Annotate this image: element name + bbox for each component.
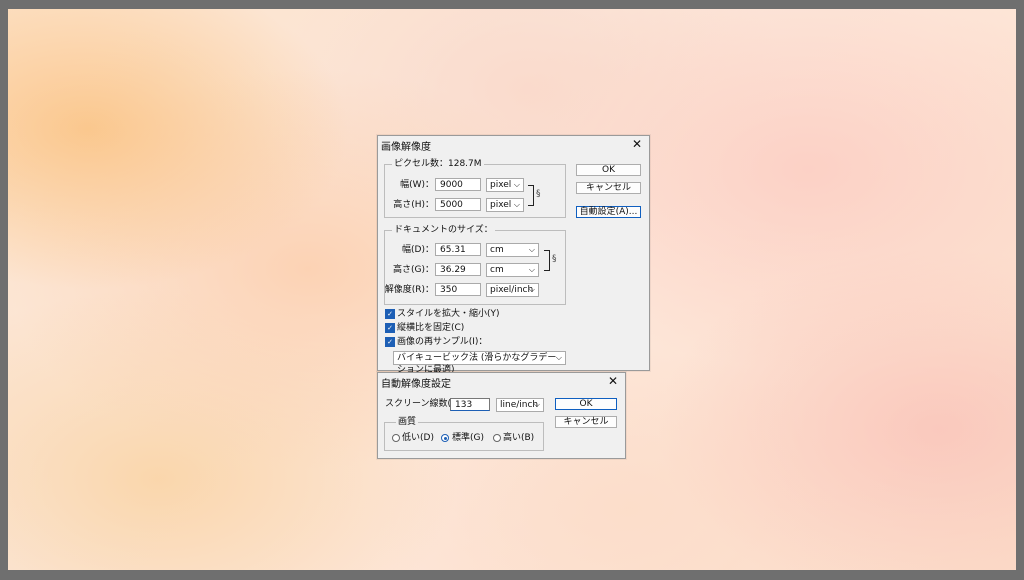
resample-checkbox[interactable]: ✓: [385, 337, 395, 347]
cancel-button[interactable]: キャンセル: [576, 182, 641, 194]
screen-frequency-input[interactable]: 133: [450, 398, 490, 411]
resolution-label: 解像度(R)：: [384, 285, 434, 295]
pixel-dimensions-label: ピクセル数：128.7M: [392, 159, 484, 169]
doc-height-unit-select[interactable]: cm ⌵: [486, 263, 539, 277]
screen-unit-select[interactable]: line/inch ⌵: [496, 398, 544, 412]
constrain-checkbox[interactable]: ✓: [385, 323, 395, 333]
chevron-down-icon: ⌵: [533, 400, 540, 409]
chevron-down-icon: ⌵: [513, 200, 520, 209]
document-size-label: ドキュメントのサイズ：: [392, 225, 495, 235]
resolution-input[interactable]: 350: [435, 283, 481, 296]
close-icon[interactable]: ✕: [628, 136, 646, 152]
quality-high-label: 高い(B): [503, 433, 535, 443]
chevron-down-icon: ⌵: [513, 180, 520, 189]
pixel-width-unit-select[interactable]: pixel ⌵: [486, 178, 524, 192]
dialog-title: 自動解像度設定: [381, 379, 451, 390]
quality-group-label: 画質: [396, 417, 419, 427]
doc-width-label: 幅(D)：: [402, 245, 434, 255]
chain-link-icon: §: [552, 254, 557, 264]
cancel-button[interactable]: キャンセル: [555, 416, 617, 428]
quality-medium-label: 標準(G): [452, 433, 484, 443]
pixel-height-input[interactable]: 5000: [435, 198, 481, 211]
chevron-down-icon: ⌵: [528, 245, 535, 254]
select-value: line/inch: [500, 400, 539, 410]
select-value: cm: [490, 245, 504, 255]
quality-low-label: 低い(D): [402, 433, 434, 443]
link-bracket: [528, 185, 534, 206]
resolution-unit-select[interactable]: pixel/inch ⌵: [486, 283, 539, 297]
select-value: pixel/inch: [490, 285, 534, 295]
resample-label: 画像の再サンプル(I)：: [397, 337, 488, 347]
chevron-down-icon: ⌵: [555, 353, 562, 362]
chevron-down-icon: ⌵: [528, 285, 535, 294]
resample-method-select[interactable]: バイキュービック法 (滑らかなグラデーションに最適) ⌵: [393, 351, 566, 375]
pixel-height-label: 高さ(H)：: [393, 200, 434, 210]
pixel-width-input[interactable]: 9000: [435, 178, 481, 191]
dialog-title: 画像解像度: [381, 142, 431, 153]
select-value: pixel: [490, 200, 512, 210]
constrain-label: 縦横比を固定(C): [397, 323, 465, 333]
doc-height-input[interactable]: 36.29: [435, 263, 481, 276]
ok-button[interactable]: OK: [576, 164, 641, 176]
chevron-down-icon: ⌵: [528, 265, 535, 274]
link-bracket: [544, 250, 550, 271]
doc-width-input[interactable]: 65.31: [435, 243, 481, 256]
image-size-dialog: 画像解像度 ✕ ピクセル数：128.7M 幅(W)： 9000 pixel ⌵ …: [377, 135, 650, 375]
doc-height-label: 高さ(G)：: [393, 265, 434, 275]
ok-button[interactable]: OK: [555, 398, 617, 410]
select-value: cm: [490, 265, 504, 275]
select-value: pixel: [490, 180, 512, 190]
auto-button[interactable]: 自動設定(A)...: [576, 206, 641, 218]
pixel-width-label: 幅(W)：: [400, 180, 434, 190]
scale-styles-checkbox[interactable]: ✓: [385, 309, 395, 319]
doc-width-unit-select[interactable]: cm ⌵: [486, 243, 539, 257]
pixel-height-unit-select[interactable]: pixel ⌵: [486, 198, 524, 212]
close-icon[interactable]: ✕: [604, 373, 622, 389]
auto-resolution-dialog: 自動解像度設定 ✕ スクリーン線数(S)： 133 line/inch ⌵ OK…: [377, 372, 626, 459]
scale-styles-label: スタイルを拡大・縮小(Y): [397, 309, 500, 319]
quality-low-radio[interactable]: [392, 434, 400, 442]
quality-high-radio[interactable]: [493, 434, 501, 442]
chain-link-icon: §: [536, 189, 541, 199]
quality-medium-radio[interactable]: [441, 434, 449, 442]
